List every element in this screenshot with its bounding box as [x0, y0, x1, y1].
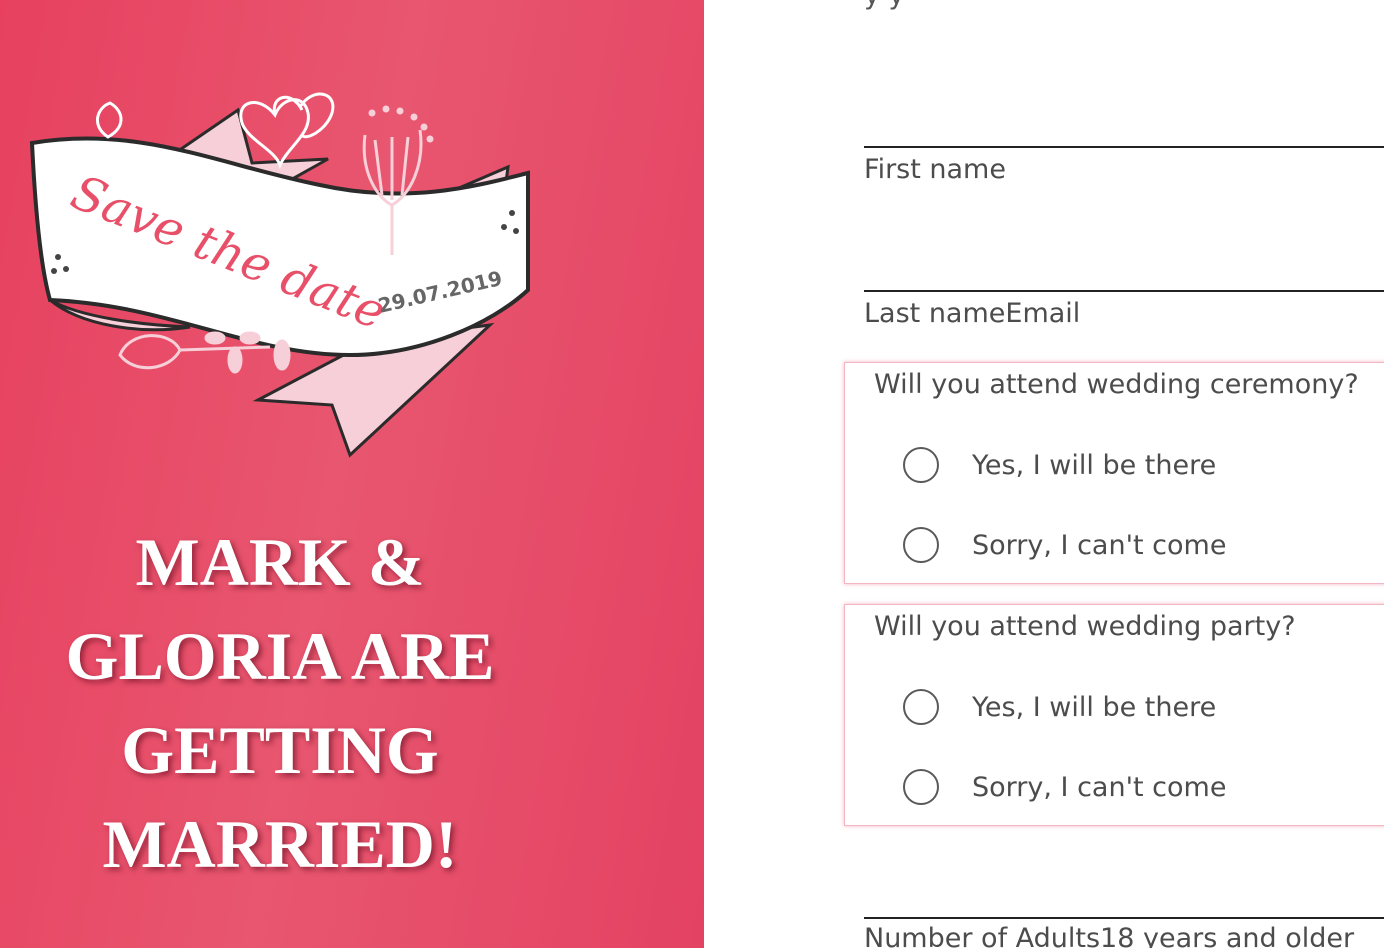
party-option-yes[interactable]: Yes, I will be there — [903, 685, 1216, 729]
option-label: Sorry, I can't come — [972, 529, 1227, 561]
party-no-radio[interactable] — [903, 769, 939, 805]
ceremony-question: Will you attend wedding ceremony? — [874, 369, 1359, 400]
headline-line: MARK & — [135, 524, 425, 600]
save-the-date-emblem: Save the date 29.07.2019 — [29, 92, 530, 458]
first-name-input[interactable] — [864, 102, 1384, 144]
ceremony-option-no[interactable]: Sorry, I can't come — [903, 523, 1226, 567]
last-name-field: Last nameEmail — [864, 246, 1384, 329]
adults-label: Number of Adults18 years and older — [864, 923, 1355, 948]
ceremony-option-yes[interactable]: Yes, I will be there — [903, 443, 1216, 487]
first-name-field: First name — [864, 102, 1384, 185]
first-name-label: First name — [864, 154, 1006, 185]
rsvp-form: y y First name Last nameEmail Will you a… — [704, 0, 1384, 948]
ceremony-no-radio[interactable] — [903, 527, 939, 563]
leaf-left — [96, 101, 123, 139]
party-option-no[interactable]: Sorry, I can't come — [903, 765, 1226, 809]
party-question: Will you attend wedding party? — [874, 611, 1296, 642]
option-label: Sorry, I can't come — [972, 771, 1227, 803]
clipped-top-text: y y — [864, 0, 1384, 11]
headline-line: GLORIA ARE — [65, 618, 495, 694]
option-label: Yes, I will be there — [972, 691, 1217, 723]
adults-input[interactable] — [864, 873, 1384, 915]
headline-line: GETTING — [121, 712, 439, 788]
ceremony-question-group: Will you attend wedding ceremony? Yes, I… — [844, 362, 1384, 584]
first-name-underline — [864, 146, 1384, 148]
headline-line: MARRIED! — [102, 806, 458, 882]
last-name-underline — [864, 290, 1384, 292]
last-name-input[interactable] — [864, 246, 1384, 288]
adults-field: Number of Adults18 years and older — [864, 873, 1384, 948]
headline: MARK & GLORIA ARE GETTING MARRIED! — [40, 515, 520, 891]
last-name-email-label: Last nameEmail — [864, 298, 1081, 329]
ceremony-yes-radio[interactable] — [903, 447, 939, 483]
party-yes-radio[interactable] — [903, 689, 939, 725]
party-question-group: Will you attend wedding party? Yes, I wi… — [844, 604, 1384, 826]
invitation-panel: Save the date 29.07.2019 MARK & GLORIA A… — [0, 0, 704, 948]
adults-underline — [864, 917, 1384, 919]
option-label: Yes, I will be there — [972, 449, 1217, 481]
